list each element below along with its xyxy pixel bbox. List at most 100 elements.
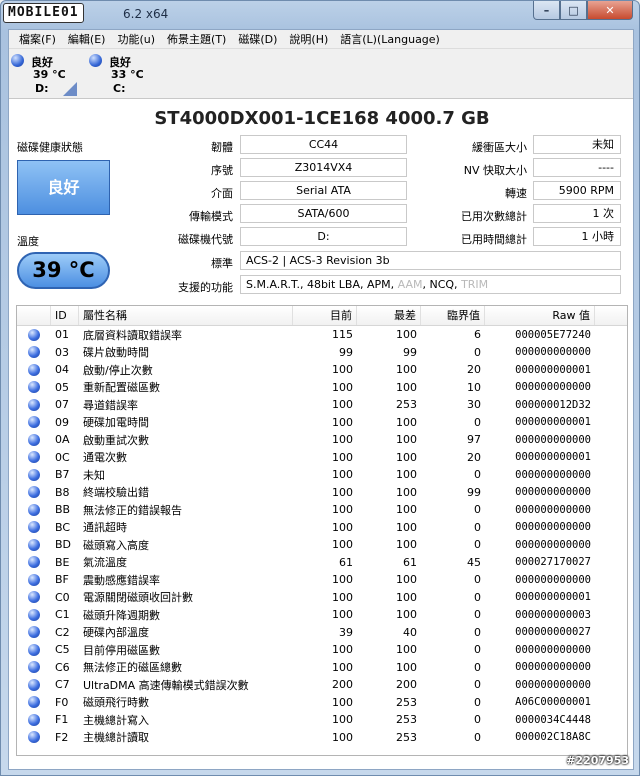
table-row[interactable]: C0 電源關閉磁頭收回計數 100 100 0 000000000001 — [17, 589, 627, 607]
attribute-current: 100 — [332, 590, 353, 604]
header-id[interactable]: ID — [51, 306, 79, 325]
table-row[interactable]: C5 目前停用磁區數 100 100 0 000000000000 — [17, 641, 627, 659]
status-cell — [17, 451, 51, 464]
health-status-button[interactable]: 良好 — [17, 160, 110, 215]
table-row[interactable]: 0C 通電次數 100 100 20 000000000001 — [17, 449, 627, 467]
table-row[interactable]: 09 硬碟加電時間 100 100 0 000000000001 — [17, 414, 627, 432]
menu-disk[interactable]: 磁碟(D) — [232, 30, 283, 49]
attribute-current: 61 — [339, 555, 353, 569]
table-row[interactable]: 01 底層資料讀取錯誤率 115 100 6 000005E77240 — [17, 326, 627, 344]
attribute-worst: 100 — [396, 450, 417, 464]
disk-tab-c[interactable]: 良好 33 °C C: — [89, 52, 155, 96]
header-threshold[interactable]: 臨界值 — [421, 306, 485, 325]
attribute-current: 100 — [332, 433, 353, 447]
attribute-worst: 100 — [396, 363, 417, 377]
attribute-id: 0A — [55, 433, 70, 447]
attribute-id: F0 — [55, 695, 69, 709]
maximize-button[interactable]: □ — [560, 1, 587, 20]
status-good-icon — [28, 486, 40, 499]
title-bar[interactable]: MOBILE01 6.2 x64 – □ ✕ — [1, 1, 639, 29]
header-current[interactable]: 目前 — [293, 306, 357, 325]
attribute-raw: 000000000003 — [515, 608, 591, 621]
smart-attributes-table[interactable]: ID 屬性名稱 目前 最差 臨界值 Raw 值 01 底層資料讀取錯誤率 115 10… — [16, 305, 628, 756]
attribute-id: BF — [55, 573, 69, 587]
status-good-icon — [28, 608, 40, 621]
attribute-name: 主機總計寫入 — [83, 713, 149, 727]
menu-function[interactable]: 功能(u) — [111, 30, 161, 49]
table-row[interactable]: F0 磁頭飛行時數 100 253 0 A06C00000001 — [17, 694, 627, 712]
attribute-id: BB — [55, 503, 71, 517]
attribute-current: 100 — [332, 468, 353, 482]
table-row[interactable]: BE 氣流溫度 61 61 45 000027170027 — [17, 554, 627, 572]
table-row[interactable]: BD 磁頭寫入高度 100 100 0 000000000000 — [17, 536, 627, 554]
table-row[interactable]: 07 尋道錯誤率 100 253 30 000000012D32 — [17, 396, 627, 414]
disk-letter: C: — [113, 82, 126, 95]
attribute-threshold: 0 — [474, 468, 481, 482]
table-row[interactable]: C6 無法修正的磁區總數 100 100 0 000000000000 — [17, 659, 627, 677]
attribute-worst: 100 — [396, 660, 417, 674]
header-raw[interactable]: Raw 值 — [485, 306, 595, 325]
status-cell — [17, 486, 51, 499]
status-good-icon — [28, 713, 40, 726]
attribute-worst: 253 — [396, 695, 417, 709]
menu-language[interactable]: 語言(L)(Language) — [334, 30, 446, 49]
header-worst[interactable]: 最差 — [357, 306, 421, 325]
feature-ncq: , NCQ, — [422, 278, 458, 291]
table-row[interactable]: 05 重新配置磁區數 100 100 10 000000000000 — [17, 379, 627, 397]
close-button[interactable]: ✕ — [587, 1, 633, 20]
table-row[interactable]: BB 無法修正的錯誤報告 100 100 0 000000000000 — [17, 501, 627, 519]
attribute-current: 100 — [332, 695, 353, 709]
status-good-icon — [28, 591, 40, 604]
table-row[interactable]: F2 主機總計讀取 100 253 0 000002C18A8C — [17, 729, 627, 747]
minimize-button[interactable]: – — [533, 1, 560, 20]
attribute-worst: 100 — [396, 608, 417, 622]
table-row[interactable]: BC 通訊超時 100 100 0 000000000000 — [17, 519, 627, 537]
attribute-threshold: 20 — [467, 363, 481, 377]
attribute-worst: 100 — [396, 573, 417, 587]
menu-file[interactable]: 檔案(F) — [13, 30, 62, 49]
disk-model-title: ST4000DX001-1CE168 4000.7 GB — [154, 108, 490, 129]
table-row[interactable]: B7 未知 100 100 0 000000000000 — [17, 466, 627, 484]
serial-label: 序號 — [211, 164, 233, 177]
temperature-label: 溫度 — [17, 235, 39, 248]
menu-edit[interactable]: 編輯(E) — [62, 30, 112, 49]
table-row[interactable]: 04 啟動/停止次數 100 100 20 000000000001 — [17, 361, 627, 379]
attribute-threshold: 0 — [474, 695, 481, 709]
attribute-name: 終端校驗出錯 — [83, 486, 149, 500]
attribute-id: B8 — [55, 485, 70, 499]
serial-field: Z3014VX4 — [240, 158, 407, 177]
header-attribute-name[interactable]: 屬性名稱 — [79, 306, 293, 325]
attribute-name: 磁頭寫入高度 — [83, 538, 149, 552]
features-label: 支援的功能 — [178, 281, 233, 294]
table-row[interactable]: BF 震動感應錯誤率 100 100 0 000000000000 — [17, 571, 627, 589]
attribute-name: 啟動重試次數 — [83, 433, 149, 447]
title-logo: MOBILE01 — [3, 3, 84, 23]
attribute-worst: 100 — [396, 503, 417, 517]
table-row[interactable]: C7 UltraDMA 高速傳輸模式錯誤次數 200 200 0 000000000000 — [17, 676, 627, 694]
table-row[interactable]: B8 終端校驗出錯 100 100 99 000000000000 — [17, 484, 627, 502]
attribute-current: 100 — [332, 643, 353, 657]
attribute-id: BD — [55, 538, 72, 552]
header-status[interactable] — [17, 306, 51, 325]
status-cell — [17, 503, 51, 516]
attribute-name: 硬碟內部溫度 — [83, 626, 149, 640]
attribute-id: F1 — [55, 713, 69, 727]
disk-tab-d[interactable]: 良好 39 °C D: — [11, 52, 77, 96]
attribute-current: 100 — [332, 538, 353, 552]
table-row[interactable]: F1 主機總計寫入 100 253 0 0000034C4448 — [17, 711, 627, 729]
table-row[interactable]: 0A 啟動重試次數 100 100 97 000000000000 — [17, 431, 627, 449]
temperature-button[interactable]: 39 °C — [17, 252, 110, 289]
attribute-threshold: 0 — [474, 730, 481, 744]
attribute-raw: 000002C18A8C — [515, 731, 591, 744]
menu-help[interactable]: 說明(H) — [283, 30, 334, 49]
table-row[interactable]: C1 磁頭升降週期數 100 100 0 000000000003 — [17, 606, 627, 624]
status-cell — [17, 573, 51, 586]
status-cell — [17, 468, 51, 481]
menu-theme[interactable]: 佈景主題(T) — [161, 30, 232, 49]
table-row[interactable]: 03 碟片啟動時間 99 99 0 000000000000 — [17, 344, 627, 362]
attribute-id: C2 — [55, 625, 70, 639]
attribute-name: 通電次數 — [83, 451, 127, 465]
status-cell — [17, 678, 51, 691]
table-row[interactable]: C2 硬碟內部溫度 39 40 0 000000000027 — [17, 624, 627, 642]
status-good-icon — [28, 381, 40, 394]
